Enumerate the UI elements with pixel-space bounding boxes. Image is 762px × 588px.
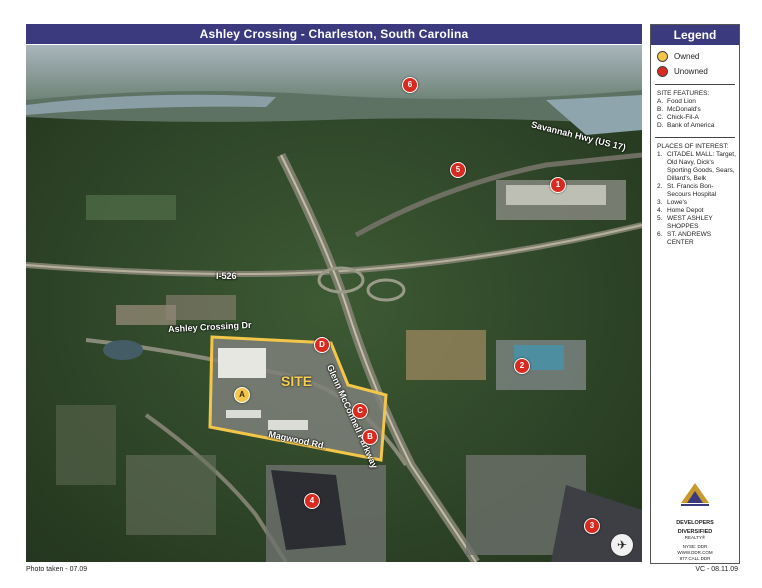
site-feature-item: C. Chick-Fil-A (657, 114, 699, 121)
poi-item: 3. Lowe's (657, 199, 688, 206)
legend-divider (655, 84, 735, 85)
marker-4[interactable]: 4 (304, 493, 320, 509)
version-date: VC - 08.11.09 (695, 566, 738, 573)
poi-item: 6. ST. ANDREWS CENTER (657, 231, 712, 246)
marker-5[interactable]: 5 (450, 162, 466, 178)
poi-item: 5. WEST ASHLEY SHOPPES (657, 215, 713, 230)
marker-1[interactable]: 1 (550, 177, 566, 193)
marker-c[interactable]: C (352, 403, 368, 419)
site-feature-item: A. Food Lion (657, 98, 696, 105)
marker-d[interactable]: D (314, 337, 330, 353)
legend-unowned-row: Unowned (657, 66, 739, 77)
photo-date: Photo taken - 07.09 (26, 566, 88, 573)
site-features-title: SITE FEATURES: (657, 90, 710, 97)
poi-title: PLACES OF INTEREST: (657, 143, 729, 150)
i526-label: I-526 (216, 271, 237, 281)
poi-item: 2. St. Francis Bon-Secours Hospital (657, 183, 717, 198)
poi-item: 1. CITADEL MALL: Target, Old Navy, Dick's… (657, 151, 736, 182)
unowned-dot-icon (657, 66, 668, 77)
site-feature-item: B. McDonald's (657, 106, 701, 113)
aerial-photo: Savannah Hwy (US 17) I-526 Glenn McConne… (26, 45, 642, 562)
logo-name-3: REALTY® (684, 535, 706, 540)
ddr-logo-icon (681, 483, 709, 506)
legend-title: Legend (651, 25, 739, 45)
company-logo: DEVELOPERS DIVERSIFIED REALTY® NYSE: DDR… (663, 473, 727, 562)
logo-name-1: DEVELOPERS (676, 520, 714, 526)
poi-item: 4. Home Depot (657, 207, 704, 214)
marker-b[interactable]: B (362, 429, 378, 445)
map-title: Ashley Crossing - Charleston, South Caro… (26, 24, 642, 44)
marker-2[interactable]: 2 (514, 358, 530, 374)
owned-dot-icon (657, 51, 668, 62)
site-feature-item: D. Bank of America (657, 122, 715, 129)
site-features-list: A. Food Lion B. McDonald's C. Chick-Fil-A D… (651, 98, 739, 130)
legend-divider (655, 137, 735, 138)
legend-owned-row: Owned (657, 51, 739, 62)
marker-a[interactable]: A (234, 387, 250, 403)
marker-3[interactable]: 3 (584, 518, 600, 534)
marker-6[interactable]: 6 (402, 77, 418, 93)
legend-panel: Legend Owned Unowned SITE FEATURES: A. Fo… (650, 24, 740, 564)
aerial-map-graphic (26, 45, 642, 562)
compass-icon: ✈ (610, 533, 634, 557)
legend-owned-label: Owned (674, 52, 700, 61)
legend-unowned-label: Unowned (674, 67, 708, 76)
site-label: SITE (281, 373, 313, 389)
logo-phone: 877 CALL DDR (679, 556, 711, 561)
poi-list: 1. CITADEL MALL: Target, Old Navy, Dick's… (651, 151, 739, 247)
